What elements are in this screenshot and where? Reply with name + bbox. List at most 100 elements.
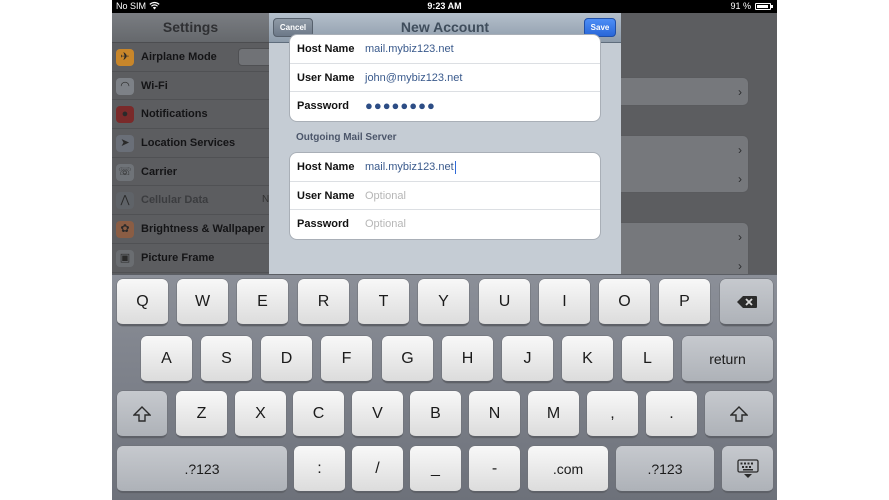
- settings-item-location-services: ➤ Location Services: [112, 129, 269, 158]
- new-account-sheet: New Account Cancel Save Host Name mail.m…: [269, 13, 621, 275]
- return-key[interactable]: return: [682, 336, 773, 383]
- key-slash[interactable]: /: [352, 446, 403, 493]
- key-t[interactable]: T: [358, 279, 409, 326]
- chevron-right-icon: ›: [738, 259, 742, 273]
- shift-key-right[interactable]: [705, 391, 773, 438]
- key-o[interactable]: O: [599, 279, 650, 326]
- incoming-host-name-field[interactable]: mail.mybiz123.net: [365, 35, 454, 63]
- key-f[interactable]: F: [321, 336, 372, 383]
- key-n[interactable]: N: [469, 391, 520, 438]
- field-label: Host Name: [297, 161, 355, 173]
- detail-group: › ›: [612, 135, 749, 193]
- key-k[interactable]: K: [562, 336, 613, 383]
- location-icon: ➤: [116, 135, 134, 153]
- settings-item-notifications: ● Notifications: [112, 100, 269, 130]
- settings-item-carrier: ☏ Carrier: [112, 158, 269, 187]
- chevron-right-icon: ›: [738, 172, 742, 186]
- field-label: Host Name: [297, 43, 355, 55]
- settings-item-label: Brightness & Wallpaper: [141, 223, 265, 236]
- numbers-key-right[interactable]: .?123: [616, 446, 714, 493]
- key-p[interactable]: P: [659, 279, 710, 326]
- settings-item-label: Picture Frame: [141, 251, 215, 264]
- outgoing-password-row[interactable]: Password Optional: [290, 210, 600, 239]
- incoming-user-name-field[interactable]: john@mybiz123.net: [365, 64, 462, 92]
- settings-item-airplane-mode: ✈ Airplane Mode: [112, 43, 278, 72]
- incoming-server-group: Host Name mail.mybiz123.net User Name jo…: [289, 34, 601, 123]
- battery-icon: [755, 3, 773, 10]
- key-m[interactable]: M: [528, 391, 579, 438]
- settings-item-label: Wi-Fi: [141, 79, 168, 92]
- outgoing-host-name-field[interactable]: mail.mybiz123.net: [365, 153, 457, 181]
- notifications-icon: ●: [116, 106, 134, 124]
- cellular-icon: ⋀: [116, 192, 134, 210]
- key-d[interactable]: D: [261, 336, 312, 383]
- key-q[interactable]: Q: [117, 279, 168, 326]
- chevron-right-icon: ›: [738, 230, 742, 244]
- settings-item-label: Cellular Data: [141, 194, 209, 207]
- settings-item-wifi: ◠ Wi-Fi: [112, 72, 269, 101]
- shift-key-left[interactable]: [117, 391, 167, 438]
- key-z[interactable]: Z: [176, 391, 227, 438]
- key-i[interactable]: I: [539, 279, 590, 326]
- key-v[interactable]: V: [352, 391, 403, 438]
- field-label: User Name: [297, 71, 355, 84]
- key-w[interactable]: W: [177, 279, 228, 326]
- shift-icon: [730, 405, 748, 422]
- settings-item-label: Location Services: [141, 137, 236, 150]
- settings-header: Settings: [112, 13, 269, 43]
- settings-item-label: Notifications: [141, 108, 208, 121]
- settings-item-picture-frame: ▣ Picture Frame: [112, 244, 269, 273]
- key-colon[interactable]: :: [294, 446, 345, 493]
- ipad-screen: No SIM 9:23 AM 91 % Settings ✈ Airplane …: [112, 0, 777, 500]
- key-underscore[interactable]: _: [410, 446, 461, 493]
- text-cursor: [454, 160, 457, 174]
- settings-item-cellular-data: ⋀ Cellular Data N: [112, 186, 269, 216]
- status-bar: No SIM 9:23 AM 91 %: [112, 0, 777, 13]
- chevron-right-icon: ›: [738, 143, 742, 157]
- key-r[interactable]: R: [298, 279, 349, 326]
- key-j[interactable]: J: [502, 336, 553, 383]
- outgoing-host-name-value: mail.mybiz123.net: [365, 161, 454, 173]
- field-label: User Name: [297, 189, 355, 202]
- outgoing-section-header: Outgoing Mail Server: [296, 132, 397, 143]
- key-period[interactable]: .: [646, 391, 697, 438]
- settings-title: Settings: [162, 19, 219, 35]
- detail-group: ›: [612, 77, 749, 106]
- incoming-password-row[interactable]: Password ●●●●●●●●: [290, 92, 600, 121]
- key-e[interactable]: E: [237, 279, 288, 326]
- backspace-icon: [736, 295, 757, 308]
- outgoing-user-name-row[interactable]: User Name Optional: [290, 182, 600, 211]
- key-c[interactable]: C: [293, 391, 344, 438]
- key-l[interactable]: L: [622, 336, 673, 383]
- detail-group: › ›: [612, 222, 749, 280]
- outgoing-host-name-row[interactable]: Host Name mail.mybiz123.net: [290, 153, 600, 182]
- outgoing-password-field[interactable]: Optional: [365, 210, 406, 238]
- key-y[interactable]: Y: [418, 279, 469, 326]
- numbers-key-left[interactable]: .?123: [117, 446, 287, 493]
- incoming-password-field[interactable]: ●●●●●●●●: [365, 92, 436, 120]
- incoming-user-name-row[interactable]: User Name john@mybiz123.net: [290, 64, 600, 93]
- key-a[interactable]: A: [141, 336, 192, 383]
- airplane-icon: ✈: [116, 49, 134, 66]
- outgoing-user-name-field[interactable]: Optional: [365, 182, 406, 210]
- carrier-icon: ☏: [116, 163, 134, 181]
- dot-com-key[interactable]: .com: [528, 446, 608, 493]
- field-label: Password: [297, 100, 349, 113]
- brightness-icon: ✿: [116, 221, 134, 239]
- clock: 9:23 AM: [427, 1, 462, 11]
- hide-keyboard-key[interactable]: [722, 446, 773, 493]
- settings-item-brightness-wallpaper: ✿ Brightness & Wallpaper: [112, 215, 269, 244]
- incoming-host-name-row[interactable]: Host Name mail.mybiz123.net: [290, 35, 600, 64]
- key-g[interactable]: G: [382, 336, 433, 383]
- key-hyphen[interactable]: -: [469, 446, 520, 493]
- key-comma[interactable]: ,: [587, 391, 638, 438]
- chevron-right-icon: ›: [738, 85, 742, 99]
- key-s[interactable]: S: [201, 336, 252, 383]
- key-x[interactable]: X: [235, 391, 286, 438]
- key-b[interactable]: B: [410, 391, 461, 438]
- settings-list: ✈ Airplane Mode ◠ Wi-Fi ● Notifications …: [112, 43, 278, 273]
- key-u[interactable]: U: [479, 279, 530, 326]
- key-h[interactable]: H: [442, 336, 493, 383]
- onscreen-keyboard: Q W E R T Y U I O P A S D F G H J K L re…: [112, 274, 777, 500]
- backspace-key[interactable]: [720, 279, 773, 326]
